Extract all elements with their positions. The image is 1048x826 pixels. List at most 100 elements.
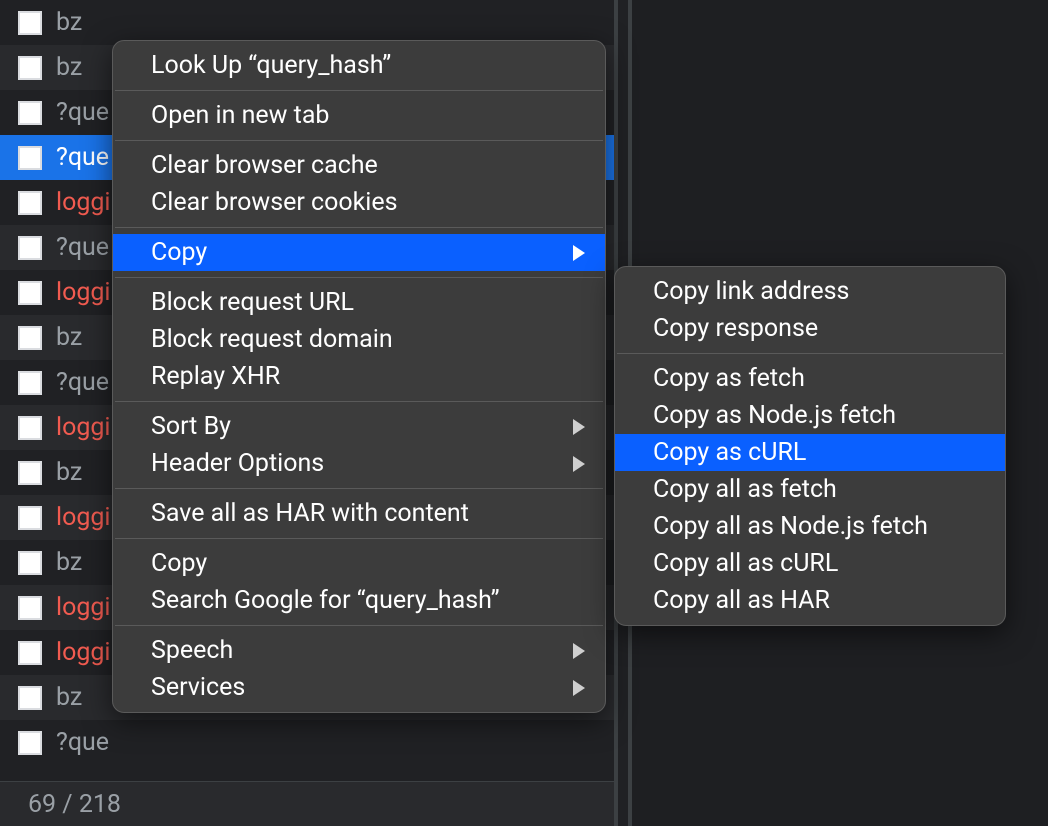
context-menu-item[interactable]: Save all as HAR with content	[113, 495, 605, 532]
context-menu-item[interactable]: Block request URL	[113, 284, 605, 321]
request-icon	[18, 686, 42, 710]
request-name: bz	[56, 8, 82, 37]
submenu-item[interactable]: Copy all as fetch	[615, 471, 1005, 508]
context-menu-item-label: Look Up “query_hash”	[151, 51, 391, 80]
submenu-item-label: Copy as fetch	[653, 364, 805, 393]
context-menu-item-label: Copy	[151, 549, 207, 578]
network-row[interactable]: bz	[0, 0, 618, 45]
request-name: loggi	[56, 638, 111, 667]
context-menu[interactable]: Look Up “query_hash” Open in new tab Clear…	[112, 40, 606, 713]
context-menu-item[interactable]: Open in new tab	[113, 97, 605, 134]
context-menu-item[interactable]: Block request domain	[113, 321, 605, 358]
submenu-item[interactable]: Copy all as Node.js fetch	[615, 508, 1005, 545]
submenu-item[interactable]: Copy as cURL	[615, 434, 1005, 471]
context-menu-item-label: Search Google for “query_hash”	[151, 586, 500, 615]
submenu-arrow-icon	[573, 245, 585, 261]
menu-separator	[115, 488, 603, 489]
context-menu-item[interactable]: Look Up “query_hash”	[113, 47, 605, 84]
request-name: ?que	[56, 233, 109, 262]
context-menu-item[interactable]: Replay XHR	[113, 358, 605, 395]
context-menu-item-label: Sort By	[151, 412, 231, 441]
request-icon	[18, 551, 42, 575]
request-icon	[18, 56, 42, 80]
request-icon	[18, 146, 42, 170]
context-menu-item-label: Open in new tab	[151, 101, 329, 130]
request-icon	[18, 506, 42, 530]
request-name: bz	[56, 458, 82, 487]
request-name: loggi	[56, 278, 111, 307]
submenu-arrow-icon	[573, 456, 585, 472]
submenu-item-label: Copy all as HAR	[653, 586, 830, 615]
request-name: ?que	[56, 98, 109, 127]
menu-separator	[617, 353, 1003, 354]
request-name: bz	[56, 53, 82, 82]
submenu-item[interactable]: Copy all as cURL	[615, 545, 1005, 582]
network-status-bar: 69 / 218	[0, 781, 618, 826]
menu-separator	[115, 277, 603, 278]
submenu-item-label: Copy response	[653, 314, 818, 343]
menu-separator	[115, 140, 603, 141]
submenu-item-label: Copy all as Node.js fetch	[653, 512, 928, 541]
request-name: bz	[56, 323, 82, 352]
menu-separator	[115, 625, 603, 626]
network-row[interactable]: ?que	[0, 720, 618, 765]
context-menu-item-label: Copy	[151, 238, 207, 267]
menu-separator	[115, 227, 603, 228]
menu-separator	[115, 90, 603, 91]
request-icon	[18, 596, 42, 620]
context-menu-item-label: Header Options	[151, 449, 324, 478]
menu-separator	[115, 401, 603, 402]
context-menu-item-label: Clear browser cache	[151, 151, 378, 180]
request-icon	[18, 236, 42, 260]
submenu-item[interactable]: Copy link address	[615, 273, 1005, 310]
context-menu-item[interactable]: Clear browser cookies	[113, 184, 605, 221]
request-icon	[18, 11, 42, 35]
request-icon	[18, 731, 42, 755]
submenu-item[interactable]: Copy response	[615, 310, 1005, 347]
request-icon	[18, 641, 42, 665]
request-icon	[18, 461, 42, 485]
context-menu-item[interactable]: Speech	[113, 632, 605, 669]
context-menu-item[interactable]: Header Options	[113, 445, 605, 482]
context-menu-item-label: Block request domain	[151, 325, 393, 354]
request-icon	[18, 281, 42, 305]
submenu-item[interactable]: Copy as Node.js fetch	[615, 397, 1005, 434]
submenu-arrow-icon	[573, 680, 585, 696]
request-name: loggi	[56, 503, 111, 532]
submenu-item[interactable]: Copy all as HAR	[615, 582, 1005, 619]
request-icon	[18, 326, 42, 350]
context-menu-item[interactable]: Sort By	[113, 408, 605, 445]
context-menu-item-label: Clear browser cookies	[151, 188, 398, 217]
request-icon	[18, 191, 42, 215]
request-name: ?que	[56, 143, 109, 172]
submenu-item-label: Copy all as cURL	[653, 549, 838, 578]
request-name: bz	[56, 683, 82, 712]
context-menu-item-label: Speech	[151, 636, 233, 665]
submenu-item-label: Copy all as fetch	[653, 475, 837, 504]
submenu-arrow-icon	[573, 643, 585, 659]
submenu-item-label: Copy as cURL	[653, 438, 806, 467]
context-menu-item-label: Save all as HAR with content	[151, 499, 469, 528]
copy-submenu[interactable]: Copy link address Copy response Copy as fe…	[614, 266, 1006, 626]
submenu-item-label: Copy link address	[653, 277, 849, 306]
context-menu-item[interactable]: Copy	[113, 234, 605, 271]
request-name: loggi	[56, 413, 111, 442]
context-menu-item[interactable]: Services	[113, 669, 605, 706]
context-menu-item[interactable]: Copy	[113, 545, 605, 582]
context-menu-item-label: Block request URL	[151, 288, 354, 317]
request-icon	[18, 101, 42, 125]
context-menu-item-label: Services	[151, 673, 245, 702]
submenu-arrow-icon	[573, 419, 585, 435]
network-status-text: 69 / 218	[28, 790, 121, 819]
request-name: loggi	[56, 593, 111, 622]
submenu-item-label: Copy as Node.js fetch	[653, 401, 896, 430]
request-name: bz	[56, 548, 82, 577]
context-menu-item[interactable]: Search Google for “query_hash”	[113, 582, 605, 619]
context-menu-item[interactable]: Clear browser cache	[113, 147, 605, 184]
request-name: ?que	[56, 368, 109, 397]
submenu-item[interactable]: Copy as fetch	[615, 360, 1005, 397]
request-name: ?que	[56, 728, 109, 757]
request-icon	[18, 371, 42, 395]
context-menu-item-label: Replay XHR	[151, 362, 280, 391]
request-name: loggi	[56, 188, 111, 217]
